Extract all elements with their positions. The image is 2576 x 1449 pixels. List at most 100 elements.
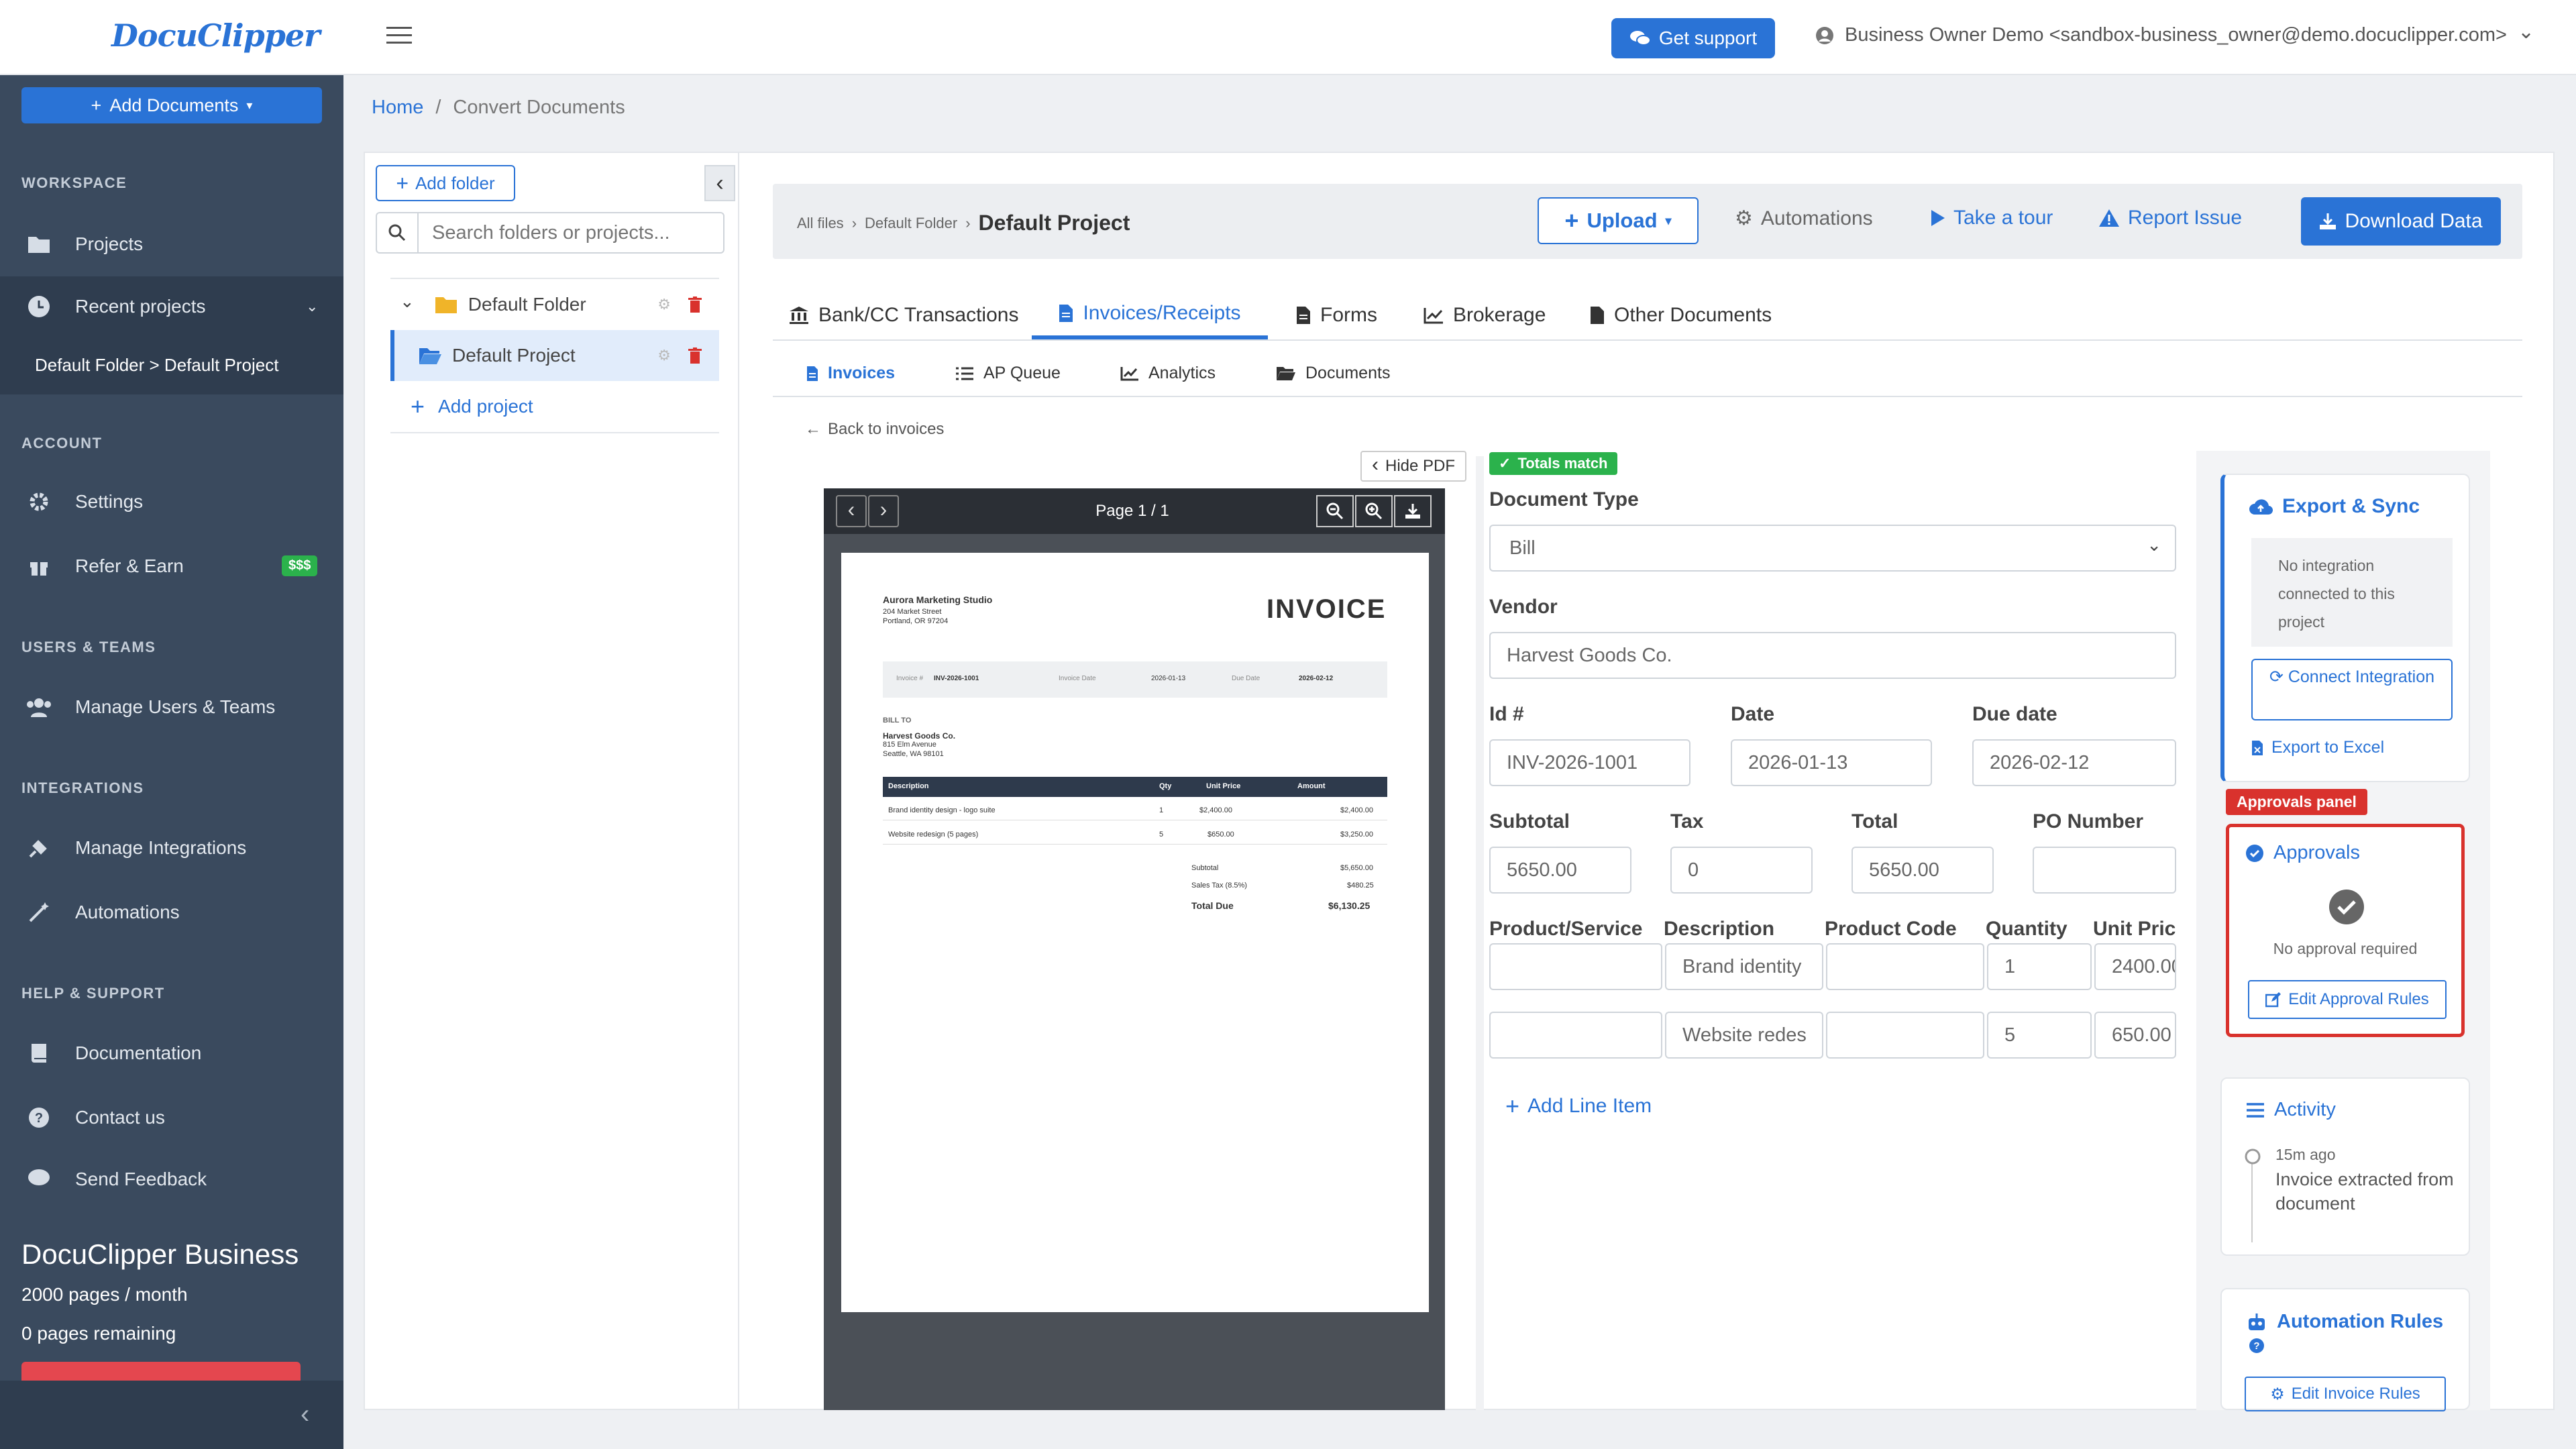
due-date-label: Due date xyxy=(1972,703,2057,725)
line-quantity-field[interactable]: 5 xyxy=(1987,1012,2092,1059)
line-product-field[interactable] xyxy=(1489,1012,1662,1059)
collapse-panel-button[interactable]: ‹ xyxy=(704,165,735,201)
tab-forms[interactable]: Forms xyxy=(1296,291,1377,339)
edit-approval-rules-button[interactable]: Edit Approval Rules xyxy=(2248,980,2447,1019)
resize-handle[interactable] xyxy=(1476,456,1484,1410)
id-field[interactable]: INV-2026-1001 xyxy=(1489,739,1690,786)
user-menu[interactable]: Business Owner Demo <sandbox-business_ow… xyxy=(1815,21,2534,46)
plus-icon: + xyxy=(1505,1092,1520,1120)
line-code-field[interactable] xyxy=(1826,943,1984,990)
edit-invoice-rules-button[interactable]: ⚙ Edit Invoice Rules xyxy=(2245,1377,2446,1411)
activity-text: Invoice extracted from document xyxy=(2275,1169,2454,1214)
subtab-documents[interactable]: Documents xyxy=(1276,364,1390,383)
help-icon[interactable]: ? xyxy=(2249,1338,2265,1354)
add-folder-button[interactable]: + Add folder xyxy=(376,165,515,201)
sidebar-item-settings[interactable]: Settings xyxy=(0,470,343,534)
add-line-item-button[interactable]: + Add Line Item xyxy=(1505,1092,1652,1120)
app-logo[interactable]: DocuClipper xyxy=(111,17,320,54)
upload-button[interactable]: + Upload ▾ xyxy=(1538,197,1699,244)
download-data-button[interactable]: Download Data xyxy=(2301,197,2501,246)
line-unit-price-field[interactable]: 650.00 xyxy=(2094,1012,2176,1059)
zoom-out-button[interactable] xyxy=(1316,495,1354,527)
folder-panel: + Add folder ‹ ⌄ Default Folder ⚙ Defaul… xyxy=(364,152,739,1410)
sidebar-item-projects[interactable]: Projects xyxy=(0,212,343,276)
approvals-card: Approvals No approval required Edit Appr… xyxy=(2226,824,2465,1037)
export-to-excel-link[interactable]: Export to Excel xyxy=(2251,738,2384,757)
total-field[interactable]: 5650.00 xyxy=(1851,847,1994,894)
sidebar-item-documentation[interactable]: Documentation xyxy=(0,1021,343,1085)
crumb-folder[interactable]: Default Folder xyxy=(865,215,957,232)
logo-bar: DocuClipper xyxy=(0,0,343,75)
file-breadcrumb: All files › Default Folder › Default Pro… xyxy=(797,211,1130,235)
tax-field[interactable]: 0 xyxy=(1670,847,1813,894)
due-date-field[interactable]: 2026-02-12 xyxy=(1972,739,2176,786)
breadcrumb-home[interactable]: Home xyxy=(372,97,423,119)
report-issue-link[interactable]: Report Issue xyxy=(2098,207,2242,229)
project-actions: ⚙ xyxy=(657,347,702,364)
next-page-button[interactable]: › xyxy=(868,495,899,527)
trash-icon[interactable] xyxy=(688,347,702,364)
sidebar-item-feedback[interactable]: Send Feedback xyxy=(0,1150,343,1187)
activity-title: Activity xyxy=(2246,1099,2336,1121)
sidebar-item-recent-projects[interactable]: Recent projects ⌄ xyxy=(0,276,343,337)
line-unit-price-field[interactable]: 2400.00 xyxy=(2094,943,2176,990)
connect-integration-button[interactable]: ⟳ Connect Integration xyxy=(2251,659,2453,720)
sidebar-item-manage-integrations[interactable]: Manage Integrations xyxy=(0,816,343,880)
add-project-button[interactable]: + Add project xyxy=(390,381,719,432)
line-product-field[interactable] xyxy=(1489,943,1662,990)
line-description-field[interactable]: Brand identity xyxy=(1665,943,1823,990)
trash-icon[interactable] xyxy=(688,297,702,313)
vendor-field[interactable]: Harvest Goods Co. xyxy=(1489,632,2176,679)
approvals-title: Approvals xyxy=(2245,842,2360,864)
recent-project-link[interactable]: Default Folder > Default Project xyxy=(0,335,343,394)
back-to-invoices-link[interactable]: ← Back to invoices xyxy=(805,420,944,439)
gear-icon[interactable]: ⚙ xyxy=(657,347,671,364)
prev-page-button[interactable]: ‹ xyxy=(836,495,867,527)
sidebar-item-automations[interactable]: Automations xyxy=(0,880,343,945)
add-documents-button[interactable]: + Add Documents ▾ xyxy=(21,87,322,123)
chevron-down-icon[interactable]: ⌄ xyxy=(400,291,415,312)
line-code-field[interactable] xyxy=(1826,1012,1984,1059)
po-number-field[interactable] xyxy=(2033,847,2176,894)
crumb-all-files[interactable]: All files xyxy=(797,215,844,232)
back-label: Back to invoices xyxy=(828,420,945,438)
take-tour-link[interactable]: Take a tour xyxy=(1931,207,2053,229)
invoice-address-1: 204 Market Street xyxy=(883,608,942,616)
section-users: USERS & TEAMS xyxy=(21,639,156,655)
sidebar-item-contact[interactable]: ? Contact us xyxy=(0,1085,343,1150)
subtab-ap-queue[interactable]: AP Queue xyxy=(955,364,1061,383)
hide-pdf-button[interactable]: ‹ Hide PDF xyxy=(1360,451,1466,482)
hide-pdf-label: Hide PDF xyxy=(1385,457,1456,475)
tax-label: Sales Tax (8.5%) xyxy=(1191,881,1247,890)
book-icon xyxy=(25,1042,52,1064)
subtab-analytics[interactable]: Analytics xyxy=(1120,364,1216,383)
collapse-sidebar-icon[interactable]: ‹ xyxy=(301,1399,309,1430)
export-sync-card: Export & Sync No integration connected t… xyxy=(2220,474,2470,782)
folder-open-icon xyxy=(1276,366,1296,381)
subtab-invoices[interactable]: Invoices xyxy=(806,364,895,383)
tab-other[interactable]: Other Documents xyxy=(1590,291,1772,339)
tab-bank[interactable]: Bank/CC Transactions xyxy=(789,291,1018,339)
project-row-default[interactable]: Default Project ⚙ xyxy=(390,330,719,381)
chart-line-icon xyxy=(1120,366,1139,381)
gear-icon[interactable]: ⚙ xyxy=(657,296,671,313)
zoom-in-button[interactable] xyxy=(1355,495,1393,527)
menu-icon[interactable] xyxy=(386,25,412,46)
tab-brokerage[interactable]: Brokerage xyxy=(1424,291,1546,339)
tab-invoices[interactable]: Invoices/Receipts xyxy=(1032,291,1268,339)
get-support-button[interactable]: Get support xyxy=(1611,18,1775,58)
download-pdf-button[interactable] xyxy=(1394,495,1432,527)
subtab-label: Invoices xyxy=(828,364,896,382)
list-icon xyxy=(955,366,974,381)
upgrade-button[interactable] xyxy=(21,1362,301,1382)
line-description-field[interactable]: Website redes xyxy=(1665,1012,1823,1059)
folder-row-default[interactable]: ⌄ Default Folder ⚙ xyxy=(390,279,719,330)
subtotal-field[interactable]: 5650.00 xyxy=(1489,847,1631,894)
download-data-label: Download Data xyxy=(2345,210,2483,232)
sidebar-item-manage-users[interactable]: Manage Users & Teams xyxy=(0,675,343,739)
line-quantity-field[interactable]: 1 xyxy=(1987,943,2092,990)
search-input[interactable] xyxy=(419,221,714,244)
automations-link[interactable]: ⚙ Automations xyxy=(1735,207,1873,230)
date-field[interactable]: 2026-01-13 xyxy=(1731,739,1932,786)
document-type-select[interactable]: Bill ⌄ xyxy=(1489,525,2176,572)
